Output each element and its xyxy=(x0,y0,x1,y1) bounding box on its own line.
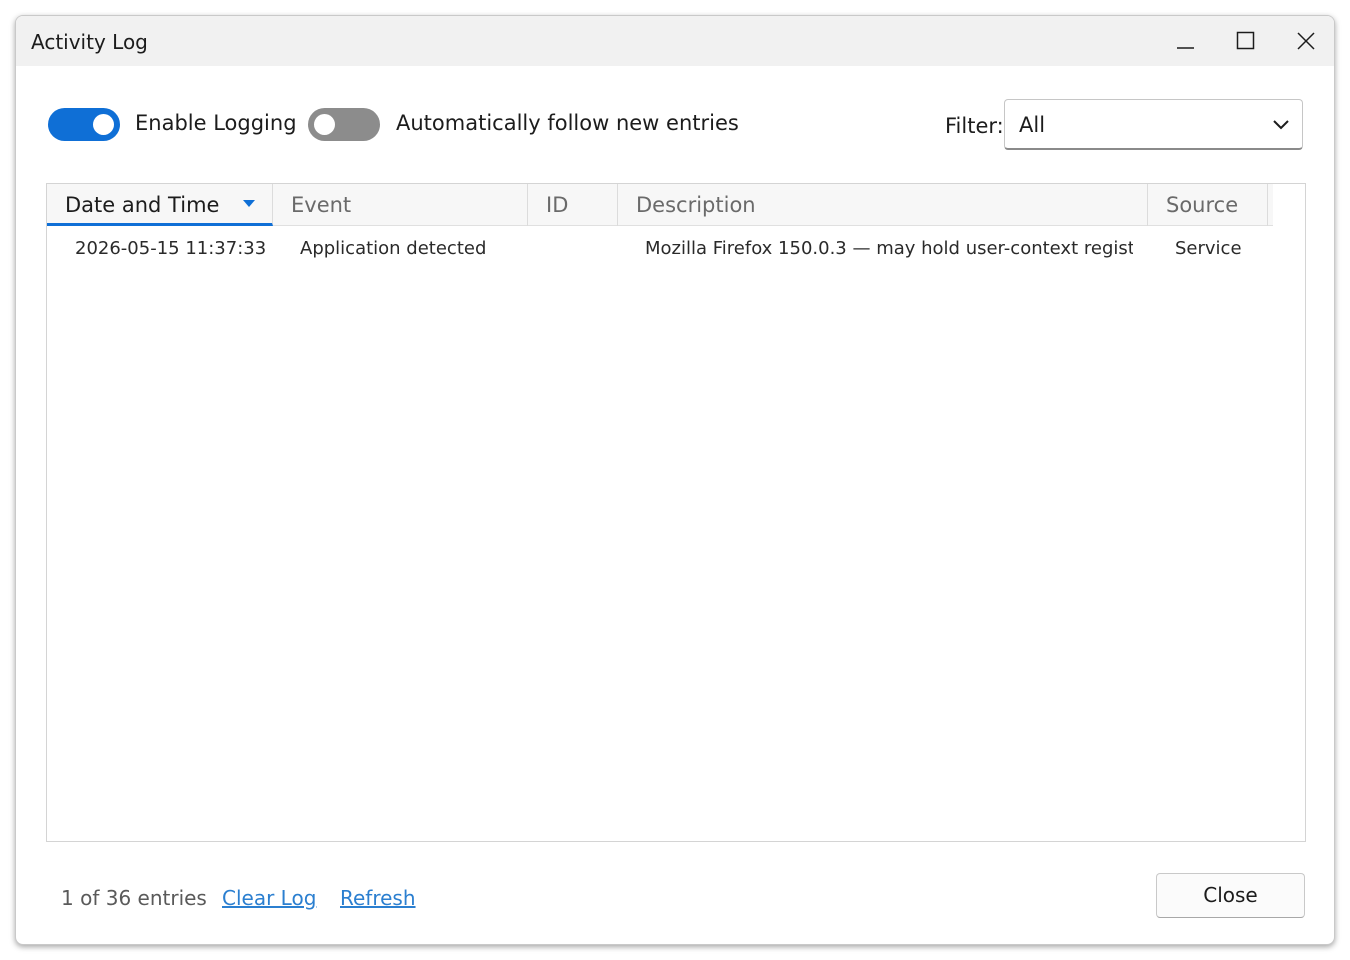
table-row[interactable]: 2026-05-15 11:37:33 Application detected… xyxy=(47,226,1273,272)
clear-log-link[interactable]: Clear Log xyxy=(222,886,316,910)
activity-log-window: Activity Log Enable Logging Automaticall… xyxy=(15,15,1335,945)
filter-value: All xyxy=(1019,113,1046,137)
cell-description: Mozilla Firefox 150.0.3 — may hold user-… xyxy=(645,238,1133,259)
log-table: Date and Time Event ID Description Sourc… xyxy=(46,183,1306,842)
column-header-event[interactable]: Event xyxy=(273,184,528,226)
title-bar: Activity Log xyxy=(16,16,1334,66)
minimize-icon xyxy=(1177,47,1194,49)
column-header-label: Event xyxy=(291,193,352,217)
filter-label: Filter: xyxy=(945,114,1004,138)
enable-logging-label: Enable Logging xyxy=(135,111,297,135)
column-header-label: Source xyxy=(1166,193,1239,217)
sort-descending-icon xyxy=(243,200,255,207)
refresh-link[interactable]: Refresh xyxy=(340,886,416,910)
column-header-label: ID xyxy=(546,193,569,217)
toggle-knob xyxy=(314,114,335,135)
column-header-id[interactable]: ID xyxy=(528,184,618,226)
minimize-button[interactable] xyxy=(1156,16,1216,66)
cell-source: Service xyxy=(1175,238,1242,259)
column-header-label: Description xyxy=(636,193,756,217)
column-header-label: Date and Time xyxy=(65,193,220,217)
close-window-button[interactable] xyxy=(1276,16,1334,66)
chevron-down-icon xyxy=(1273,120,1289,130)
cell-date-time: 2026-05-15 11:37:33 xyxy=(75,238,265,259)
column-header-date-time[interactable]: Date and Time xyxy=(47,184,273,226)
table-header: Date and Time Event ID Description Sourc… xyxy=(47,184,1273,226)
maximize-button[interactable] xyxy=(1216,16,1276,66)
entry-count-status: 1 of 36 entries xyxy=(61,886,207,910)
follow-entries-label: Automatically follow new entries xyxy=(396,111,739,135)
column-header-description[interactable]: Description xyxy=(618,184,1148,226)
filter-dropdown[interactable]: All xyxy=(1004,99,1303,150)
close-button[interactable]: Close xyxy=(1156,873,1305,918)
column-header-source[interactable]: Source xyxy=(1148,184,1268,226)
cell-event: Application detected xyxy=(300,238,487,259)
close-icon xyxy=(1297,32,1315,50)
enable-logging-toggle[interactable] xyxy=(48,108,120,141)
window-title: Activity Log xyxy=(31,30,148,54)
toggle-knob xyxy=(93,114,114,135)
follow-entries-toggle[interactable] xyxy=(308,108,380,141)
maximize-icon xyxy=(1236,31,1255,50)
